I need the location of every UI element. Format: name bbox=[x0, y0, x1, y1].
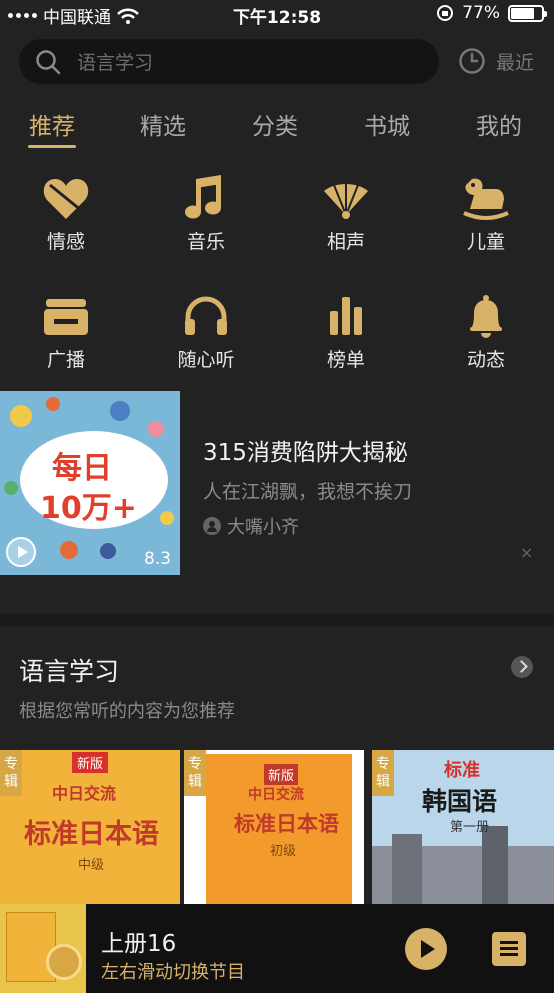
program-thumbnail[interactable]: 每日 10万+ 8.3 bbox=[0, 391, 180, 575]
fan-icon bbox=[324, 181, 368, 219]
category-charts[interactable]: 榜单 bbox=[291, 293, 401, 372]
album-badge: 新版 bbox=[72, 752, 109, 773]
category-kids[interactable]: 儿童 bbox=[431, 175, 541, 254]
category-label: 动态 bbox=[466, 349, 505, 371]
category-radio[interactable]: 广播 bbox=[11, 293, 121, 372]
active-tab-indicator bbox=[28, 145, 76, 148]
program-author[interactable]: 大嘴小齐 bbox=[203, 513, 299, 539]
recent-button[interactable]: 最近 bbox=[458, 47, 534, 75]
album-line1: 中日交流 bbox=[52, 784, 117, 803]
album-line3: 初级 bbox=[270, 844, 297, 859]
search-icon bbox=[36, 49, 61, 74]
status-right: 77% bbox=[436, 3, 547, 23]
album-card[interactable]: 专辑 新版 中日交流 标准日本语 初级 bbox=[184, 750, 364, 904]
bell-icon bbox=[470, 295, 502, 338]
section-subtitle: 根据您常听的内容为您推荐 bbox=[19, 701, 235, 722]
thumbnail-text-line1: 每日 bbox=[52, 451, 112, 486]
user-icon bbox=[203, 517, 221, 535]
category-music[interactable]: 音乐 bbox=[151, 175, 261, 254]
playlist-icon[interactable] bbox=[492, 932, 526, 966]
category-label: 榜单 bbox=[326, 349, 365, 371]
battery-percent: 77% bbox=[462, 3, 500, 23]
category-updates[interactable]: 动态 bbox=[431, 293, 541, 372]
play-icon[interactable] bbox=[6, 537, 36, 567]
headphones-icon bbox=[185, 296, 227, 335]
category-label: 相声 bbox=[326, 231, 365, 253]
battery-icon bbox=[508, 4, 547, 22]
tab-categories[interactable]: 分类 bbox=[240, 107, 310, 141]
now-playing-hint: 左右滑动切换节目 bbox=[101, 962, 245, 983]
mini-player[interactable]: 上册16 左右滑动切换节目 bbox=[0, 904, 554, 993]
section-divider bbox=[0, 614, 554, 626]
album-line2: 标准日本语 bbox=[234, 812, 339, 836]
category-emotion[interactable]: 情感 bbox=[11, 175, 121, 254]
album-tag: 专辑 bbox=[0, 750, 22, 796]
featured-program-card[interactable]: 每日 10万+ 8.3 315消费陷阱大揭秘 人在江湖飘，我想不挨刀 大嘴小齐 … bbox=[0, 391, 554, 575]
category-label: 广播 bbox=[46, 349, 85, 371]
category-label: 情感 bbox=[46, 231, 85, 253]
clock-icon bbox=[459, 48, 485, 74]
search-bar[interactable]: 语言学习 bbox=[19, 39, 439, 84]
now-playing-cover[interactable] bbox=[0, 904, 86, 993]
album-line3: 第一册 bbox=[450, 820, 490, 835]
album-card[interactable]: 专辑 标准 韩国语 第一册 bbox=[372, 750, 554, 904]
category-label: 随心听 bbox=[177, 349, 235, 371]
status-bar: 中国联通 下午12:58 77% bbox=[0, 0, 554, 28]
category-label: 音乐 bbox=[186, 231, 225, 253]
radio-icon bbox=[44, 299, 88, 335]
album-line2: 标准日本语 bbox=[24, 819, 159, 850]
chevron-right-icon[interactable] bbox=[511, 656, 533, 678]
category-crosstalk[interactable]: 相声 bbox=[291, 175, 401, 254]
search-placeholder: 语言学习 bbox=[77, 52, 154, 74]
tab-recommend[interactable]: 推荐 bbox=[17, 107, 87, 141]
category-free-listen[interactable]: 随心听 bbox=[151, 293, 261, 372]
tab-featured[interactable]: 精选 bbox=[128, 107, 198, 141]
recent-label: 最近 bbox=[496, 51, 535, 74]
top-tabs: 推荐 精选 分类 书城 我的 bbox=[0, 107, 554, 151]
album-tag: 专辑 bbox=[184, 750, 206, 796]
album-line2: 韩国语 bbox=[422, 787, 498, 816]
section-title: 语言学习 bbox=[19, 657, 120, 686]
program-title[interactable]: 315消费陷阱大揭秘 bbox=[203, 433, 408, 467]
album-card[interactable]: 专辑 新版 中日交流 标准日本语 中级 bbox=[0, 750, 180, 904]
thumbnail-text-line2: 10万+ bbox=[40, 491, 137, 526]
program-score: 8.3 bbox=[144, 549, 172, 569]
album-line1: 标准 bbox=[444, 760, 480, 781]
album-badge: 新版 bbox=[264, 764, 299, 785]
tab-bookstore[interactable]: 书城 bbox=[352, 107, 422, 141]
heart-icon bbox=[43, 179, 89, 219]
album-line3: 中级 bbox=[78, 858, 105, 873]
program-subtitle: 人在江湖飘，我想不挨刀 bbox=[203, 481, 413, 503]
album-tag: 专辑 bbox=[372, 750, 394, 796]
bar-chart-icon bbox=[330, 297, 362, 335]
play-button[interactable] bbox=[405, 928, 447, 970]
tab-mine[interactable]: 我的 bbox=[464, 107, 534, 141]
orientation-lock-icon bbox=[437, 5, 454, 21]
rocking-horse-icon bbox=[463, 178, 509, 220]
close-icon[interactable]: × bbox=[520, 543, 533, 562]
music-note-icon bbox=[185, 175, 221, 219]
author-name: 大嘴小齐 bbox=[227, 517, 299, 538]
album-line1: 中日交流 bbox=[248, 787, 304, 803]
now-playing-title: 上册16 bbox=[101, 931, 177, 957]
category-label: 儿童 bbox=[466, 231, 505, 253]
